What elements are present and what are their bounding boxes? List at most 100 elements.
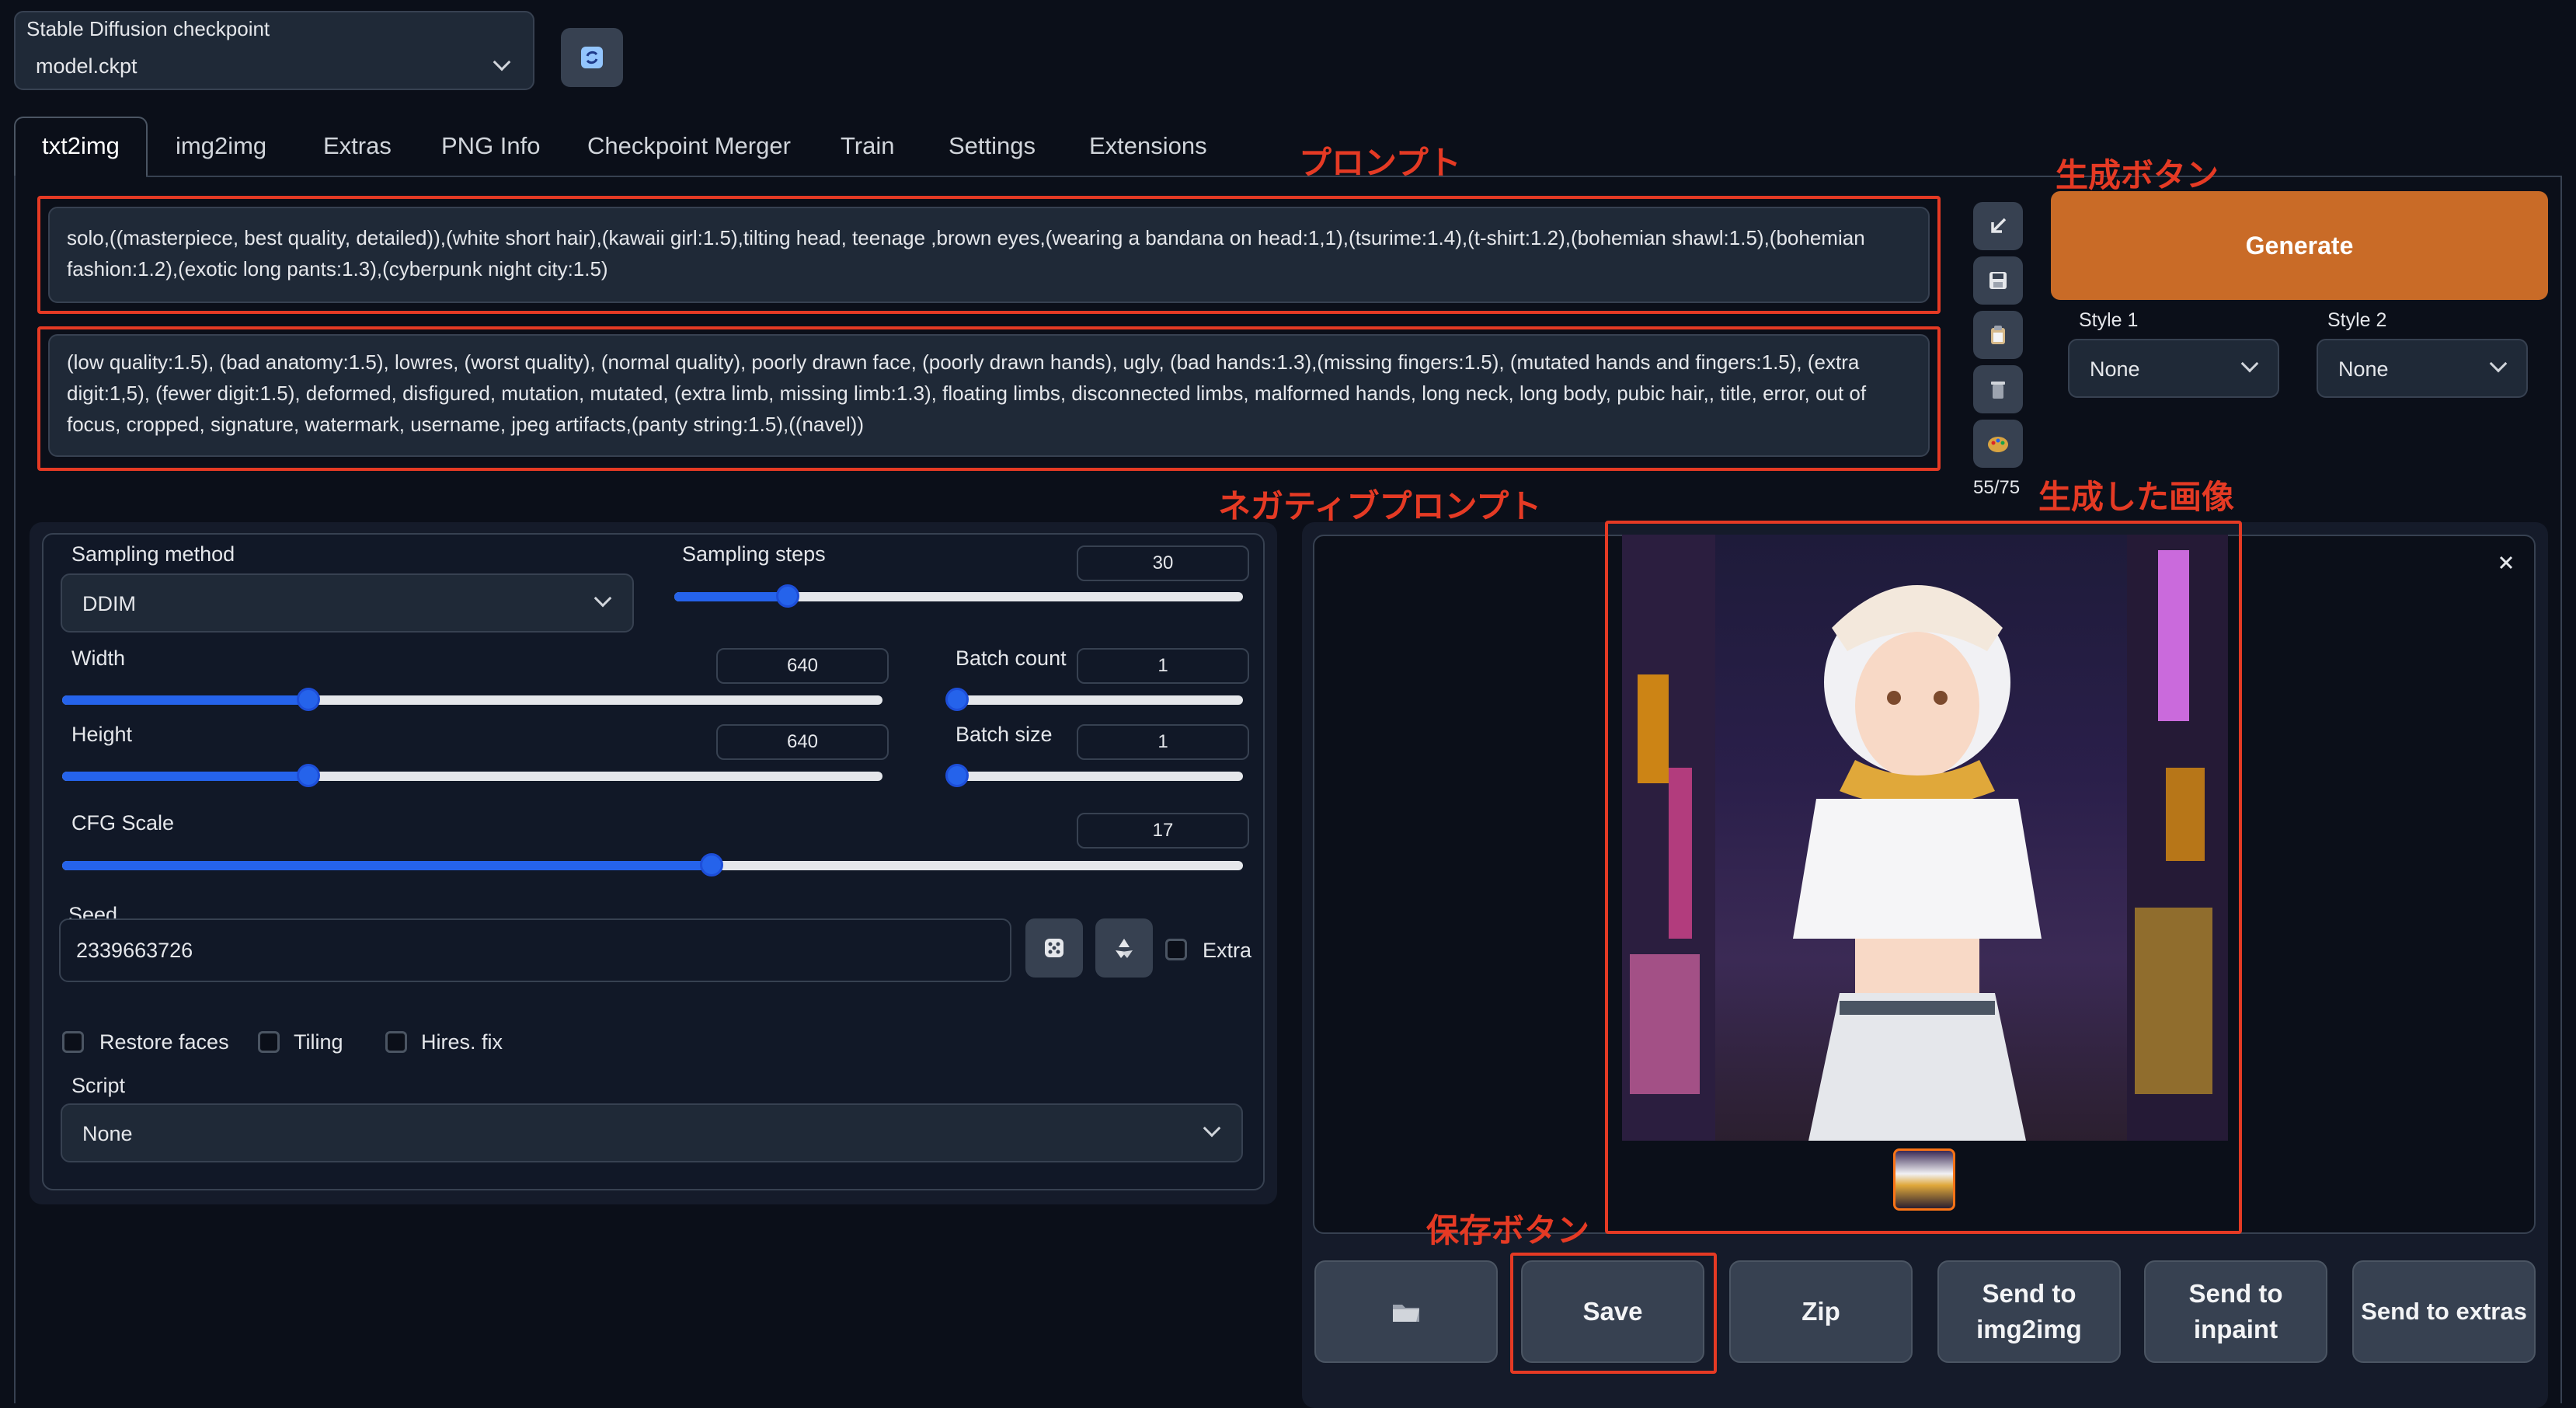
paste-button[interactable] [1973, 311, 2023, 359]
width-slider[interactable] [62, 688, 882, 711]
style2-select[interactable]: None [2317, 339, 2528, 398]
cfg_scale-slider-fill [62, 861, 712, 870]
negative-prompt-highlight [37, 326, 1941, 471]
batch_size-slider-handle[interactable] [945, 764, 969, 787]
arrow-icon [1991, 218, 2007, 233]
generate-label: Generate [2245, 231, 2354, 260]
zip-button[interactable]: Zip [1729, 1260, 1913, 1363]
sampling-steps-input[interactable]: 30 [1077, 545, 1249, 581]
read-params-button[interactable] [1973, 202, 2023, 250]
extra-seed-checkbox[interactable] [1165, 939, 1187, 960]
tab-png-info[interactable]: PNG Info [441, 132, 541, 160]
width-label: Width [71, 646, 126, 670]
send-inpaint-line2: inpaint [2193, 1315, 2278, 1344]
send-img2img-line1: Send to [1982, 1278, 2076, 1308]
tab-img2img[interactable]: img2img [176, 132, 266, 160]
chevron-down-icon [1203, 1119, 1221, 1138]
sampling-method-value: DDIM [82, 592, 136, 615]
seed-value: 2339663726 [76, 939, 193, 962]
sampling-method-label: Sampling method [71, 542, 235, 566]
checkpoint-value: model.ckpt [36, 54, 138, 78]
cfg-scale-input[interactable]: 17 [1077, 813, 1249, 849]
style1-value: None [2090, 357, 2140, 381]
send-to-img2img-button[interactable]: Send to img2img [1937, 1260, 2121, 1363]
width-slider-fill [62, 695, 308, 705]
batch-count-input[interactable]: 1 [1077, 648, 1249, 684]
palette-icon [1988, 437, 2008, 452]
script-select[interactable]: None [61, 1103, 1243, 1162]
seed-input[interactable]: 2339663726 [59, 918, 1011, 982]
hires-fix-checkbox[interactable] [385, 1031, 407, 1053]
paste-icon [1991, 326, 2005, 344]
batch-size-slider[interactable] [945, 764, 1243, 787]
save-style-button[interactable] [1973, 256, 2023, 305]
apply-style-button[interactable] [1973, 420, 2023, 468]
height-slider[interactable] [62, 764, 882, 787]
send-inpaint-line1: Send to [2188, 1278, 2283, 1308]
trash-icon [1991, 382, 2005, 399]
close-icon[interactable] [2492, 549, 2520, 577]
annotation-prompt: プロンプト [1299, 145, 1461, 181]
dice-icon [1045, 939, 1063, 957]
style1-select[interactable]: None [2068, 339, 2279, 398]
script-label: Script [71, 1074, 126, 1097]
tiling-checkbox[interactable] [258, 1031, 280, 1053]
batch_count-slider-handle[interactable] [945, 688, 969, 711]
style2-label: Style 2 [2327, 309, 2387, 331]
chevron-down-icon [2489, 354, 2508, 373]
reuse-seed-button[interactable] [1095, 918, 1153, 978]
chevron-down-icon [493, 53, 511, 71]
image-highlight [1605, 521, 2242, 1234]
checkpoint-label: Stable Diffusion checkpoint [26, 17, 270, 40]
batch-count-slider[interactable] [945, 688, 1243, 711]
cfg_scale-slider-handle[interactable] [700, 853, 723, 877]
cfg-scale-label: CFG Scale [71, 811, 175, 835]
annotation-image: 生成した画像 [2038, 479, 2235, 515]
batch-count-label: Batch count [956, 646, 1067, 670]
batch-size-input[interactable]: 1 [1077, 724, 1249, 760]
send-to-inpaint-button[interactable]: Send to inpaint [2144, 1260, 2327, 1363]
tab-label-txt2img: txt2img [42, 132, 120, 159]
sampling-steps-slider[interactable] [674, 584, 1243, 608]
checkpoint-panel: Stable Diffusion checkpoint model.ckpt [14, 11, 534, 90]
style2-value: None [2338, 357, 2389, 381]
extra-seed-label: Extra [1203, 939, 1252, 962]
sampling-steps-label: Sampling steps [682, 542, 826, 566]
tab-checkpoint-merger[interactable]: Checkpoint Merger [587, 132, 791, 160]
annotation-save: 保存ボタン [1426, 1212, 1590, 1249]
tab-extensions[interactable]: Extensions [1089, 132, 1207, 160]
tab-train[interactable]: Train [841, 132, 894, 160]
batch-size-label: Batch size [956, 723, 1053, 746]
refresh-checkpoint-button[interactable] [561, 28, 623, 87]
checkpoint-select[interactable]: model.ckpt [22, 48, 527, 84]
tab-active-gap [16, 174, 146, 179]
tiling-label: Tiling [294, 1030, 343, 1054]
send-to-extras-button[interactable]: Send to extras [2352, 1260, 2536, 1363]
tab-settings[interactable]: Settings [949, 132, 1036, 160]
width-slider-handle[interactable] [296, 688, 320, 711]
hires-fix-label: Hires. fix [421, 1030, 503, 1054]
tab-extras[interactable]: Extras [323, 132, 392, 160]
script-value: None [82, 1122, 133, 1145]
token-counter: 55/75 [1973, 477, 2021, 498]
height-input[interactable]: 640 [716, 724, 889, 760]
annotation-negative: ネガティブプロンプト [1218, 488, 1542, 525]
cfg-scale-slider[interactable] [62, 853, 1243, 877]
random-seed-button[interactable] [1025, 918, 1083, 978]
restore-faces-label: Restore faces [99, 1030, 229, 1054]
prompt-highlight [37, 196, 1941, 314]
generate-button[interactable]: Generate [2051, 191, 2548, 300]
refresh-icon [581, 47, 603, 68]
sampling-method-select[interactable]: DDIM [61, 573, 634, 633]
height-label: Height [71, 723, 133, 746]
folder-icon [1393, 1305, 1419, 1322]
clear-prompt-button[interactable] [1973, 365, 2023, 413]
height-slider-fill [62, 772, 308, 781]
style1-label: Style 1 [2079, 309, 2139, 331]
open-folder-button[interactable] [1314, 1260, 1498, 1363]
chevron-down-icon [594, 589, 612, 608]
restore-faces-checkbox[interactable] [62, 1031, 84, 1053]
save-button-highlight [1510, 1253, 1717, 1374]
width-input[interactable]: 640 [716, 648, 889, 684]
height-slider-handle[interactable] [296, 764, 320, 787]
